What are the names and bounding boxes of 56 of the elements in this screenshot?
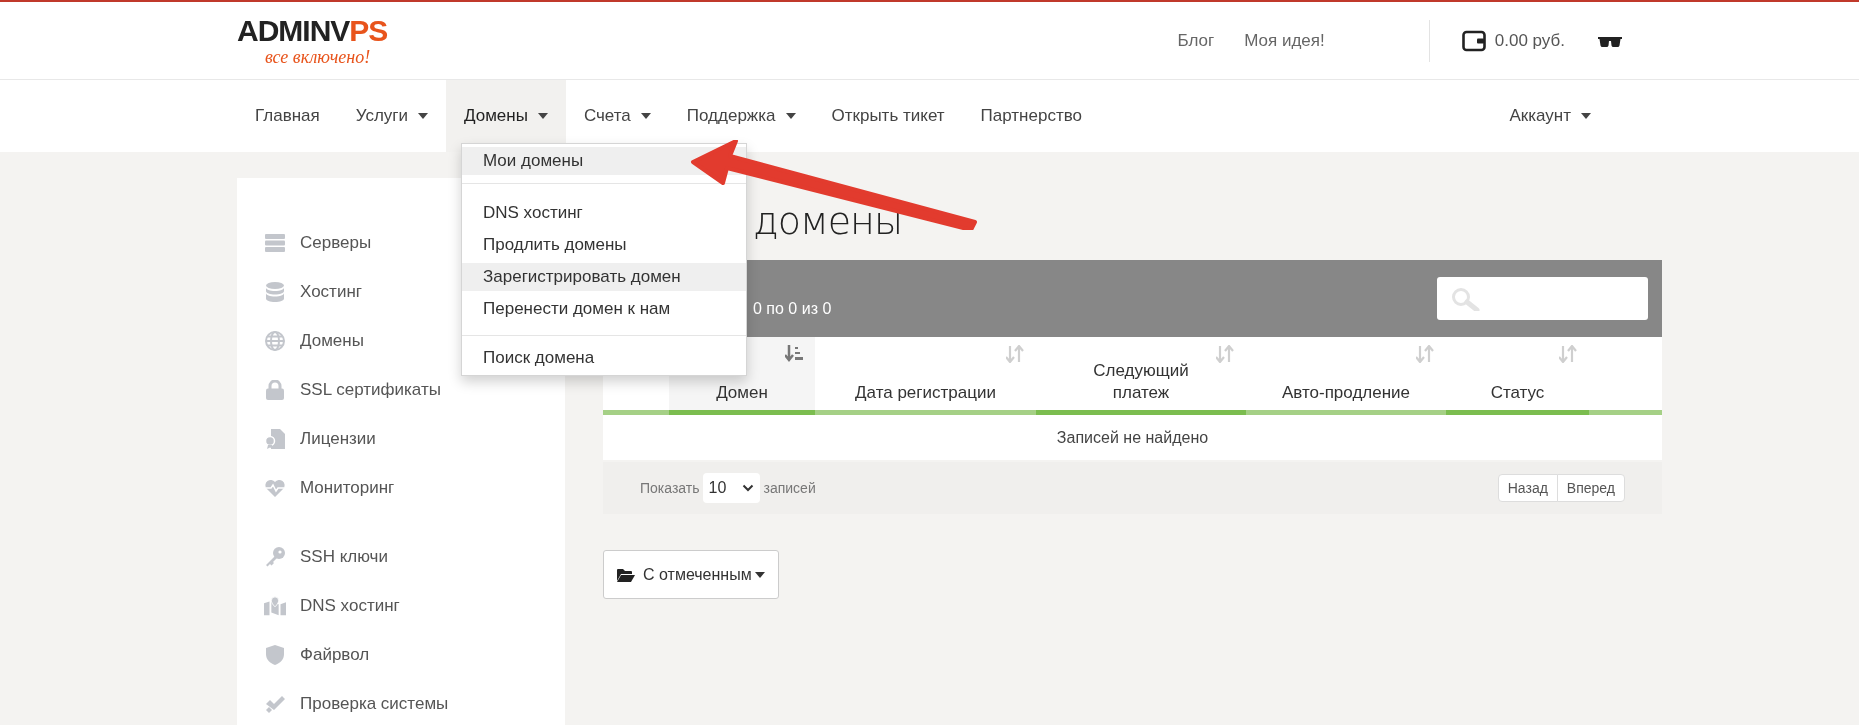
caret-icon xyxy=(754,571,765,578)
search-field[interactable] xyxy=(1437,277,1648,320)
sort-icon xyxy=(1416,345,1434,363)
caret-icon xyxy=(1581,113,1591,119)
sidebar-item[interactable]: Лицензии xyxy=(264,414,538,463)
lock-icon xyxy=(266,379,284,400)
table-info: 0 по 0 из 0 xyxy=(753,298,832,319)
sort-descending-icon xyxy=(785,345,803,363)
shield-icon xyxy=(266,644,284,665)
dropdown-item[interactable]: DNS хостинг xyxy=(462,199,746,227)
balance-text: 0.00 руб. xyxy=(1494,29,1565,52)
column-header[interactable]: Следующий платеж xyxy=(1036,337,1246,410)
caret-icon xyxy=(537,113,548,119)
certificate-icon xyxy=(265,428,285,449)
account-menu[interactable]: Аккаунт xyxy=(1491,80,1609,152)
caret-icon xyxy=(418,113,428,119)
chevron-down-icon xyxy=(741,484,754,492)
records-label: записей xyxy=(763,478,816,498)
nav-item[interactable]: Домены xyxy=(446,80,566,152)
server-icon xyxy=(265,233,285,252)
dropdown-item[interactable]: Зарегистрировать домен xyxy=(462,263,746,291)
empty-message: Записей не найдено xyxy=(1056,427,1209,448)
logo-text[interactable]: ADMINVPS xyxy=(237,15,388,46)
check-icon xyxy=(265,693,285,714)
sort-icon xyxy=(1216,345,1234,363)
dropdown-item[interactable]: Продлить домены xyxy=(462,231,746,259)
header-link[interactable]: Блог xyxy=(1177,27,1215,54)
pager-button[interactable]: Назад xyxy=(1497,474,1558,502)
pager-button[interactable]: Вперед xyxy=(1556,474,1625,502)
sidebar-item[interactable]: Проверка системы xyxy=(264,679,538,725)
page-size-select[interactable]: 10 xyxy=(702,473,760,503)
caret-icon xyxy=(640,113,651,119)
sidebar-item[interactable]: Мониторинг xyxy=(264,463,538,512)
wallet-icon[interactable] xyxy=(1461,29,1486,52)
sidebar-item[interactable]: DNS хостинг xyxy=(264,581,538,630)
dropdown-item[interactable]: Перенести домен к нам xyxy=(462,295,746,323)
sidebar-item[interactable]: Файрвол xyxy=(264,630,538,679)
column-header[interactable]: Статус xyxy=(1446,337,1589,410)
globe-icon xyxy=(265,330,285,351)
sort-icon xyxy=(1559,345,1577,363)
column-header[interactable]: Авто-продление xyxy=(1246,337,1446,410)
show-label: Показать xyxy=(640,478,700,498)
sidebar-item[interactable]: SSH ключи xyxy=(264,532,538,581)
bulk-action-button[interactable]: С отмеченным xyxy=(603,550,779,599)
map-pin-icon xyxy=(264,595,286,616)
sort-icon xyxy=(1006,345,1024,363)
key-icon xyxy=(265,546,285,567)
logo-tagline: все включено! xyxy=(265,47,372,66)
caret-icon xyxy=(785,113,796,119)
heartbeat-icon xyxy=(265,478,285,497)
search-icon xyxy=(1451,286,1481,311)
page-title: домены xyxy=(753,202,902,240)
column-header[interactable]: Дата регистрации xyxy=(815,337,1036,410)
folder-icon xyxy=(617,567,635,582)
header-link[interactable]: Моя идея! xyxy=(1244,27,1325,54)
database-icon xyxy=(266,281,284,302)
